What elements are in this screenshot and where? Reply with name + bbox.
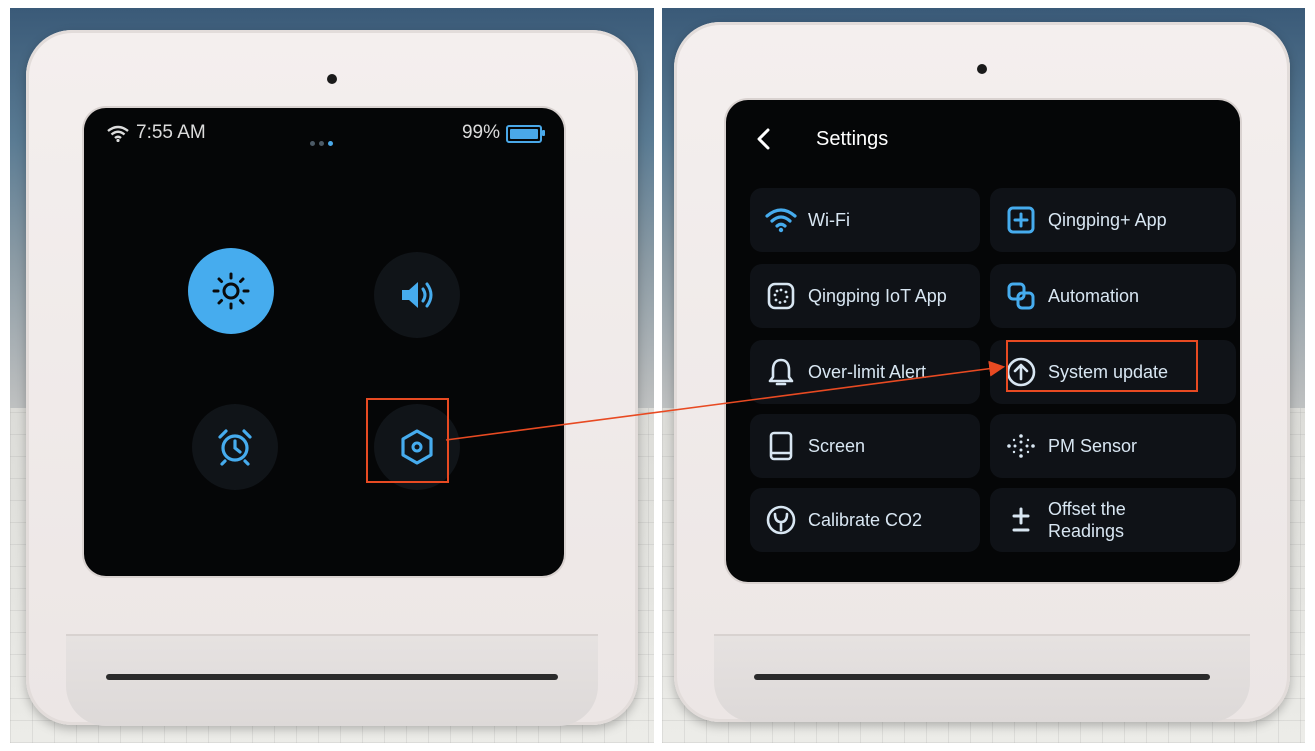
settings-item-label: Offset the Readings bbox=[1048, 499, 1126, 541]
settings-item-label: Automation bbox=[1048, 286, 1140, 306]
settings-item-label: Over-limit Alert bbox=[808, 362, 927, 382]
settings-item-over-limit-alert[interactable]: Over-limit Alert bbox=[750, 340, 980, 404]
speaker-icon bbox=[402, 282, 433, 308]
battery-icon bbox=[506, 125, 545, 143]
settings-item-automation[interactable]: Automation bbox=[990, 264, 1236, 328]
settings-item-label: Screen bbox=[808, 436, 866, 456]
alarm-clock-icon bbox=[218, 429, 252, 466]
settings-highlight-box bbox=[366, 398, 449, 483]
system-update-highlight-box bbox=[1006, 340, 1198, 392]
sun-icon bbox=[212, 272, 250, 310]
chevron-left-icon[interactable] bbox=[754, 127, 774, 151]
particles-icon bbox=[1007, 434, 1035, 458]
camera-dot bbox=[977, 64, 987, 74]
page-indicator bbox=[308, 130, 335, 152]
right-photo: Settings Wi-Fi Qingping+ App Qingping Io… bbox=[662, 8, 1305, 743]
settings-item-screen[interactable]: Screen bbox=[750, 414, 980, 478]
camera-dot bbox=[327, 74, 337, 84]
settings-item-qingping-iot[interactable]: Qingping IoT App bbox=[750, 264, 980, 328]
settings-item-label: Qingping+ App bbox=[1048, 210, 1167, 230]
battery-percent: 99% bbox=[461, 122, 500, 143]
status-bar: 7:55 AM 99% bbox=[106, 120, 546, 146]
left-photo: 7:55 AM 99% bbox=[10, 8, 654, 743]
status-time: 7:55 AM bbox=[136, 122, 206, 143]
device-chin bbox=[66, 634, 598, 726]
device-left: 7:55 AM 99% bbox=[26, 30, 638, 726]
iot-icon bbox=[767, 282, 795, 310]
calibrate-icon bbox=[766, 505, 796, 535]
automation-icon bbox=[1007, 282, 1035, 310]
settings-item-offset-readings[interactable]: Offset the Readings bbox=[990, 488, 1236, 552]
settings-item-label: Wi-Fi bbox=[808, 210, 850, 230]
wifi-icon bbox=[765, 208, 797, 233]
plus-square-icon bbox=[1007, 206, 1035, 234]
settings-item-calibrate-co2[interactable]: Calibrate CO2 bbox=[750, 488, 980, 552]
settings-item-qingping-app[interactable]: Qingping+ App bbox=[990, 188, 1236, 252]
settings-item-label: Qingping IoT App bbox=[808, 286, 947, 306]
alarm-button[interactable] bbox=[192, 404, 278, 490]
home-screen: 7:55 AM 99% bbox=[84, 108, 564, 576]
brightness-button[interactable] bbox=[188, 248, 274, 334]
wifi-icon bbox=[107, 125, 129, 142]
volume-button[interactable] bbox=[374, 252, 460, 338]
settings-item-label: PM Sensor bbox=[1048, 436, 1138, 456]
device-chin bbox=[714, 634, 1250, 722]
tablet-icon bbox=[769, 431, 793, 461]
plus-minus-icon bbox=[1012, 507, 1030, 532]
settings-item-wifi[interactable]: Wi-Fi bbox=[750, 188, 980, 252]
bell-icon bbox=[768, 358, 794, 386]
settings-item-label: Calibrate CO2 bbox=[808, 510, 923, 530]
settings-item-pm-sensor[interactable]: PM Sensor bbox=[990, 414, 1236, 478]
page-title: Settings bbox=[816, 128, 889, 150]
